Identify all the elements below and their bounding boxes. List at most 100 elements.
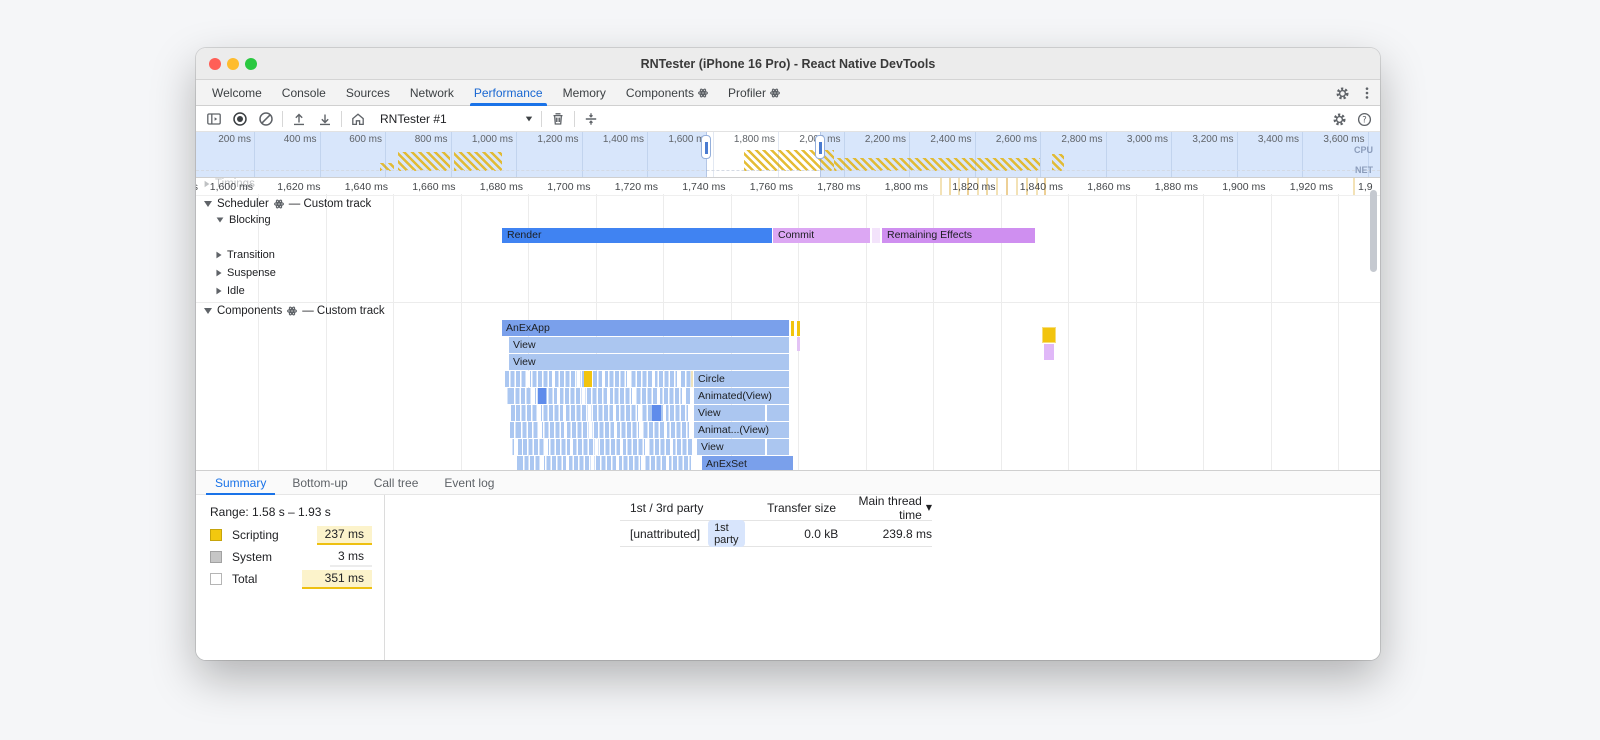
lane-transition[interactable]: Transition	[216, 249, 275, 261]
tab-event-log[interactable]: Event log	[431, 471, 507, 494]
timeline-overview[interactable]: 200 ms 400 ms 600 ms 800 ms 1,000 ms 1,2…	[196, 132, 1380, 178]
cpu-lane-label: CPU	[1353, 145, 1373, 155]
toolbar-separator	[573, 110, 575, 127]
components-track-header[interactable]: Components — Custom track	[204, 305, 385, 317]
track-divider	[196, 302, 1380, 303]
performance-settings-gear-icon[interactable]	[1332, 112, 1347, 127]
flame-mini-bars[interactable]	[511, 439, 692, 455]
lane-suspense[interactable]: Suspense	[216, 267, 276, 279]
flame-block-yellow[interactable]	[1042, 327, 1056, 343]
cpu-activity-block	[398, 152, 450, 171]
flame-row: AnExSet	[196, 456, 1380, 470]
flame-bar-view[interactable]: View	[509, 337, 789, 353]
tab-welcome[interactable]: Welcome	[202, 80, 272, 105]
col-transfer-size[interactable]: Transfer size	[740, 501, 836, 515]
flame-bar-view[interactable]: View	[509, 354, 789, 370]
flame-chart-area[interactable]: Timings s 1,600 ms 1,620 ms 1,640 ms 1,6…	[196, 178, 1380, 470]
tab-sources[interactable]: Sources	[336, 80, 400, 105]
flame-bar-view[interactable]: View	[694, 405, 765, 421]
flame-mini-bars[interactable]	[505, 371, 691, 387]
effects-gap-bar[interactable]	[872, 228, 880, 243]
flame-bar-fragment[interactable]	[767, 405, 789, 421]
expand-icon	[216, 251, 222, 259]
more-options-kebab-icon[interactable]	[1360, 86, 1374, 100]
legend-label: Total	[232, 572, 258, 586]
toolbar-separator	[341, 110, 342, 127]
target-selector-dropdown[interactable]: RNTester #1	[380, 112, 533, 126]
flame-bar-fragment[interactable]	[767, 439, 789, 455]
flame-bar-circle[interactable]: Circle	[694, 371, 789, 387]
flame-bar-animated-view[interactable]: Animat...(View)	[694, 422, 789, 438]
tab-components[interactable]: Components	[616, 80, 718, 105]
flame-row: View	[196, 354, 1380, 370]
summary-pane: Range: 1.58 s – 1.93 s Scripting 237 ms …	[196, 495, 385, 660]
tab-label: Network	[409, 85, 454, 100]
settings-gear-icon[interactable]	[1335, 86, 1350, 101]
flame-marker[interactable]	[791, 321, 794, 336]
flame-bar-view[interactable]: View	[697, 439, 765, 455]
tab-label: Memory	[562, 85, 606, 100]
tab-summary[interactable]: Summary	[202, 471, 279, 495]
tab-console[interactable]: Console	[272, 80, 336, 105]
performance-toolbar: RNTester #1	[196, 106, 1380, 132]
live-metrics-home-icon[interactable]	[350, 111, 366, 127]
custom-track-suffix: — Custom track	[288, 198, 372, 210]
clear-recording-icon[interactable]	[258, 111, 274, 127]
flame-marker-dark[interactable]	[652, 405, 661, 421]
lane-blocking[interactable]: Blocking	[216, 214, 271, 226]
remaining-effects-bar[interactable]: Remaining Effects	[882, 228, 1035, 243]
render-bar[interactable]: Render	[502, 228, 772, 243]
selection-left-handle[interactable]	[701, 135, 711, 159]
tab-performance[interactable]: Performance	[464, 80, 553, 106]
party-table-header: 1st / 3rd party Transfer size Main threa…	[620, 494, 932, 522]
flame-mini-bars[interactable]	[510, 405, 691, 421]
flame-marker-yellow[interactable]	[584, 371, 592, 387]
flame-marker[interactable]	[797, 337, 800, 351]
toggle-sidebar-icon[interactable]	[206, 111, 222, 127]
cpu-activity-block	[454, 152, 502, 171]
flame-bar-animated-view[interactable]: Animated(View)	[694, 388, 789, 404]
tab-label: Welcome	[212, 85, 262, 100]
tab-label: Components	[625, 85, 694, 100]
party-table-row[interactable]: [unattributed] 1st party 0.0 kB 239.8 ms	[620, 520, 932, 547]
scheduler-track-header[interactable]: Scheduler — Custom track	[204, 198, 371, 210]
scripting-swatch	[210, 529, 222, 541]
legend-label: System	[232, 550, 273, 564]
selection-right-handle[interactable]	[815, 135, 825, 159]
cpu-activity-block	[1052, 154, 1064, 171]
capture-settings-icon[interactable]	[583, 111, 599, 127]
save-profile-icon[interactable]	[317, 111, 333, 127]
col-party: 1st / 3rd party	[630, 500, 704, 515]
tab-call-tree[interactable]: Call tree	[361, 471, 432, 494]
record-button[interactable]	[232, 111, 248, 127]
tab-bottom-up[interactable]: Bottom-up	[279, 471, 360, 494]
col-main-thread-time[interactable]: Main thread time ▼	[836, 494, 932, 522]
flame-mini-bars[interactable]	[514, 456, 692, 470]
lane-label: Idle	[227, 285, 245, 297]
flame-bar-anexapp[interactable]: AnExApp	[502, 320, 789, 336]
tab-profiler[interactable]: Profiler	[718, 80, 790, 105]
lane-label: Blocking	[229, 214, 271, 226]
flame-marker[interactable]	[797, 321, 800, 336]
flame-row: View	[196, 439, 1380, 455]
commit-bar[interactable]: Commit	[773, 228, 870, 243]
flame-mini-bars[interactable]	[507, 388, 691, 404]
help-icon[interactable]: ?	[1357, 112, 1372, 127]
lane-label: Transition	[227, 249, 275, 261]
flame-block-purple[interactable]	[1044, 344, 1054, 360]
vertical-scrollbar[interactable]	[1370, 190, 1377, 272]
tab-memory[interactable]: Memory	[553, 80, 616, 105]
flame-mini-bars[interactable]	[508, 422, 691, 438]
load-profile-icon[interactable]	[291, 111, 307, 127]
flame-bar-anexset[interactable]: AnExSet	[702, 456, 793, 470]
flame-marker-dark[interactable]	[538, 388, 546, 404]
legend-value: 351 ms	[302, 569, 372, 589]
ruler-tick: 1,920 ms	[1289, 181, 1333, 193]
flame-marker	[691, 371, 693, 387]
legend-value: 237 ms	[316, 525, 372, 545]
tab-network[interactable]: Network	[400, 80, 464, 105]
tab-label: Event log	[444, 475, 495, 490]
overview-tick: 3,600 ms	[1323, 134, 1365, 145]
lane-idle[interactable]: Idle	[216, 285, 245, 297]
collect-garbage-icon[interactable]	[550, 111, 566, 127]
